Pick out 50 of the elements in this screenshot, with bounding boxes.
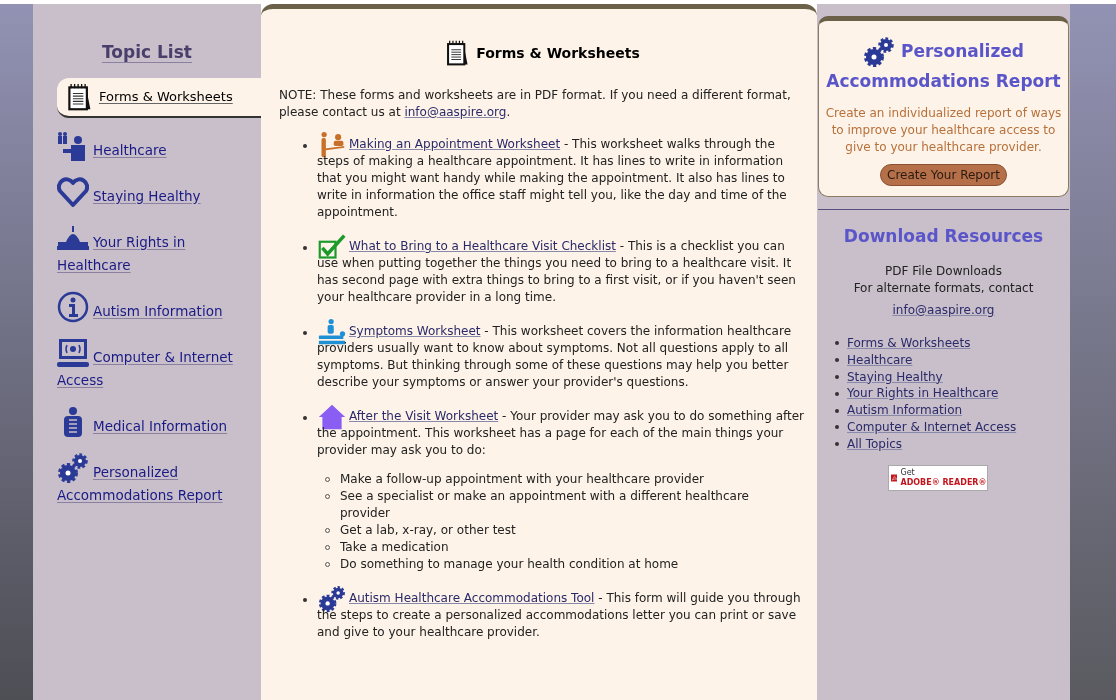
download-link[interactable]: All Topics xyxy=(847,435,903,453)
download-link[interactable]: Computer & Internet Access xyxy=(847,419,1017,436)
sidebar-link[interactable]: Your Rights in Healthcare xyxy=(57,221,257,277)
sidebar-link[interactable]: Staying Healthy xyxy=(57,175,257,208)
info-icon xyxy=(57,290,89,323)
get-adobe-reader-badge[interactable]: Get ADOBE® READER® xyxy=(887,464,988,491)
badge-text: ADOBE® READER® xyxy=(900,477,987,488)
worksheet-link[interactable]: Symptoms Worksheet xyxy=(349,324,481,338)
sidebar-link[interactable]: Computer & Internet Access xyxy=(57,336,257,392)
download-info-text: For alternate formats, contact xyxy=(852,280,1035,297)
sub-item-text: Do something to manage your health condition at home xyxy=(340,556,680,573)
worksheet-description: What to Bring to a Healthcare Visit Checklist - This is a checklist you can use when putting together the things you need to bring to a healthcare visit. It has second page with extra things to bring to a first visit, or if you haven't seen your healthcare provider in a long time. xyxy=(317,233,805,306)
badge-text: Get xyxy=(900,467,916,478)
download-link[interactable]: Staying Healthy xyxy=(847,368,943,386)
sidebar-link[interactable]: Healthcare xyxy=(57,129,257,162)
worksheet-description: After the Visit Worksheet - Your provider may ask you to do something after the appointment. This worksheet has a page for each of the main things your provider may ask you to do: xyxy=(317,403,805,459)
download-heading: Download Resources xyxy=(842,224,1045,248)
worksheet-link[interactable]: Making an Appointment Worksheet xyxy=(349,137,561,151)
worksheet-description: Making an Appointment Worksheet - This worksheet walks through the steps of making a healthcare appointment. It has lines to write in information that you might want handy while making the appointment. It also has lines to write in information the office staff might tell you, like the day and time of the appointment. xyxy=(317,131,805,221)
worksheet-link[interactable]: Autism Healthcare Accommodations Tool xyxy=(349,591,595,605)
report-description: Create an individualized report of ways to improve your healthcare access to give to your healthcare provider. xyxy=(825,104,1062,156)
computer-icon xyxy=(57,336,89,369)
note-paragraph: NOTE: These forms and worksheets are in PDF format. If you need a different format, please contact us at info@aaspire.org. xyxy=(279,87,792,121)
sub-item-text: Take a medication xyxy=(340,539,450,556)
download-link[interactable]: Your Rights in Healthcare xyxy=(847,385,999,403)
report-title: Personalized xyxy=(901,40,1024,64)
download-link[interactable]: Autism Information xyxy=(847,402,963,419)
sub-item-text: Make a follow-up appointment with your healthcare provider xyxy=(340,471,705,488)
email-link[interactable]: info@aaspire.org xyxy=(892,303,995,317)
worksheet-link[interactable]: After the Visit Worksheet xyxy=(349,409,499,423)
worksheet-description: Symptoms Worksheet - This worksheet covers the information healthcare providers usually want to know about symptoms. Not all questions apply to all symptoms. But thinking through some of these questions may help you better describe your symptoms or answer your provider's questions. xyxy=(317,318,805,391)
heart-icon xyxy=(57,175,89,208)
notepad-icon xyxy=(65,81,93,112)
worksheet-description: Autism Healthcare Accommodations Tool - This form will guide you through the steps to create a personalized accommodations letter you can print or save and give to your healthcare provider. xyxy=(317,585,805,641)
gears-icon xyxy=(57,451,89,484)
sidebar-link[interactable]: Personalized Accommodations Report xyxy=(57,451,257,507)
sidebar-link[interactable]: Medical Information xyxy=(57,405,257,438)
worksheet-link[interactable]: What to Bring to a Healthcare Visit Checklist xyxy=(349,239,616,253)
topic-list-heading[interactable]: Topic List xyxy=(102,42,192,62)
sidebar-link[interactable]: Autism Information xyxy=(57,290,257,323)
sidebar-item[interactable]: Forms & Worksheets xyxy=(57,77,261,118)
download-link[interactable]: Healthcare xyxy=(847,351,913,369)
download-link[interactable]: Forms & Worksheets xyxy=(847,335,971,352)
report-title: Accommodations Report xyxy=(825,70,1062,93)
sub-item-text: See a specialist or make an appointment with a different healthcare provider xyxy=(340,488,750,522)
create-report-button[interactable]: Create Your Report xyxy=(880,163,1007,186)
page-title: Forms & Worksheets xyxy=(476,44,640,62)
gears-icon xyxy=(863,35,895,69)
download-info-text: PDF File Downloads xyxy=(884,263,1003,280)
sub-item-text: Get a lab, x-ray, or other test xyxy=(340,522,517,539)
